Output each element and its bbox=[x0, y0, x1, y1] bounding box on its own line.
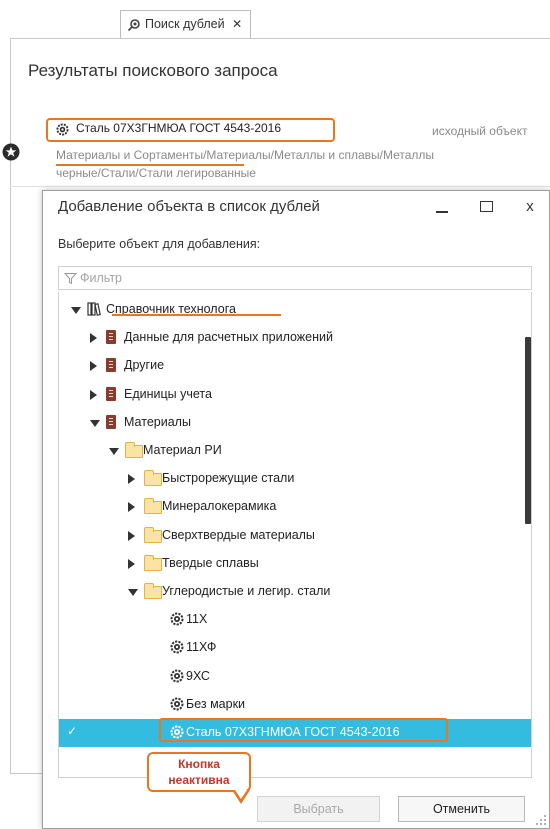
resize-grip-icon[interactable] bbox=[535, 814, 547, 826]
tree-item-label: 11ХФ bbox=[186, 640, 217, 655]
tab-duplicate-search[interactable]: Поиск дублей ✕ bbox=[120, 10, 252, 38]
book-icon bbox=[106, 386, 116, 401]
tree-item-label: Материалы bbox=[124, 414, 191, 429]
book-icon bbox=[106, 330, 116, 345]
tab-label: Поиск дублей bbox=[145, 17, 225, 31]
tree-item-label: Единицы учета bbox=[124, 386, 212, 401]
callout-line2: неактивна bbox=[168, 773, 230, 787]
material-gear-icon bbox=[56, 123, 69, 136]
close-button[interactable]: x bbox=[518, 196, 542, 218]
collapse-arrow-icon[interactable] bbox=[128, 589, 138, 596]
root-highlight-underline bbox=[112, 314, 281, 316]
filter-icon bbox=[64, 273, 77, 285]
material-gear-icon bbox=[170, 612, 184, 626]
expand-arrow-icon[interactable] bbox=[90, 389, 97, 400]
expand-arrow-icon[interactable] bbox=[90, 333, 97, 344]
search-duplicates-icon bbox=[127, 19, 140, 32]
callout-tail-inner bbox=[235, 790, 247, 799]
tree-item-label: Быстрорежущие стали bbox=[162, 471, 295, 486]
path-link-materials[interactable]: Материалы и Сортаменты bbox=[56, 148, 203, 162]
tree-item-label: Сверхтвердые материалы bbox=[162, 527, 315, 542]
expand-arrow-icon[interactable] bbox=[128, 474, 135, 485]
expand-arrow-icon[interactable] bbox=[128, 502, 135, 513]
folder-icon bbox=[125, 442, 143, 458]
tree-row[interactable]: Минералокерамика bbox=[59, 493, 531, 521]
maximize-button[interactable] bbox=[474, 196, 498, 218]
material-gear-icon bbox=[170, 697, 184, 711]
folder-icon bbox=[144, 498, 162, 515]
source-object-tag: исходный объект bbox=[432, 124, 528, 138]
tree-row[interactable]: 11ХФ bbox=[59, 634, 531, 662]
tree-item-label: Углеродистые и легир. стали bbox=[162, 584, 331, 598]
minimize-button[interactable] bbox=[430, 196, 454, 218]
dialog-prompt: Выберите объект для добавления: bbox=[58, 237, 261, 251]
tree-item-label: 11Х bbox=[186, 612, 208, 627]
tree-row[interactable]: 9ХС bbox=[59, 663, 531, 691]
expand-arrow-icon[interactable] bbox=[128, 530, 135, 541]
collapse-arrow-icon[interactable] bbox=[71, 307, 81, 314]
tab-close-icon[interactable]: ✕ bbox=[232, 17, 242, 31]
collapse-arrow-icon[interactable] bbox=[90, 419, 100, 427]
material-gear-icon bbox=[170, 640, 184, 654]
object-path: Материалы и Сортаменты/Материалы/Металлы… bbox=[56, 148, 434, 162]
expand-arrow-icon[interactable] bbox=[128, 558, 135, 569]
tree-row[interactable]: Без марки bbox=[59, 691, 531, 719]
tree-row[interactable]: Справочник технолога bbox=[59, 296, 531, 324]
selected-item-highlight bbox=[159, 718, 448, 742]
star-icon[interactable] bbox=[2, 143, 20, 161]
tree-item-label: Минералокерамика bbox=[162, 499, 277, 514]
object-path-continued: черные/Стали/Стали легированные bbox=[56, 166, 256, 180]
book-icon bbox=[106, 358, 116, 373]
tree-item-label: Данные для расчетных приложений bbox=[124, 330, 333, 345]
callout-line1: Кнопка bbox=[178, 757, 220, 771]
results-title: Результаты поискового запроса bbox=[28, 61, 278, 80]
cancel-button[interactable]: Отменить bbox=[398, 796, 525, 822]
folder-icon bbox=[144, 583, 162, 599]
tree-item-label: Другие bbox=[124, 358, 165, 373]
tree-row[interactable]: Единицы учета bbox=[59, 381, 531, 409]
tree-item-label: Твердые сплавы bbox=[162, 555, 259, 570]
check-icon: ✓ bbox=[67, 724, 78, 738]
expand-arrow-icon[interactable] bbox=[90, 361, 97, 372]
tree-row[interactable]: Данные для расчетных приложений bbox=[59, 324, 531, 352]
tree-row[interactable]: Сверхтвердые материалы bbox=[59, 522, 531, 550]
material-gear-icon bbox=[170, 669, 184, 683]
tab-bar: Поиск дублей ✕ bbox=[0, 0, 550, 38]
tree-row[interactable]: 11Х bbox=[59, 606, 531, 634]
tree-row[interactable]: Материалы bbox=[59, 409, 531, 437]
folder-icon bbox=[144, 554, 162, 571]
tree-item-label: Без марки bbox=[186, 696, 246, 711]
source-object-name[interactable]: Сталь 07Х3ГНМЮА ГОСТ 4543-2016 bbox=[76, 121, 281, 135]
tree-scrollbar[interactable] bbox=[525, 337, 531, 524]
collapse-arrow-icon[interactable] bbox=[109, 448, 119, 455]
folder-icon bbox=[144, 526, 162, 543]
filter-input[interactable] bbox=[80, 267, 520, 289]
tree-item-label: 9ХС bbox=[186, 668, 210, 683]
select-button[interactable]: Выбрать bbox=[257, 796, 380, 822]
tree-row[interactable]: Материал РИ bbox=[59, 437, 531, 465]
tree-row[interactable]: Другие bbox=[59, 352, 531, 380]
inactive-button-callout: Кнопка неактивна bbox=[147, 752, 251, 792]
tree-row[interactable]: Углеродистые и легир. стали bbox=[59, 578, 531, 606]
tree-item-label: Материал РИ bbox=[143, 443, 222, 457]
folder-icon bbox=[144, 470, 162, 487]
tree-row[interactable]: Твердые сплавы bbox=[59, 550, 531, 578]
divider bbox=[10, 186, 550, 187]
dialog-title: Добавление объекта в список дублей bbox=[58, 198, 320, 215]
library-icon bbox=[87, 302, 101, 316]
book-icon bbox=[106, 414, 116, 429]
path-rest: /Материалы/Металлы и сплавы/Металлы bbox=[203, 148, 435, 162]
tree-row[interactable]: Быстрорежущие стали bbox=[59, 465, 531, 493]
